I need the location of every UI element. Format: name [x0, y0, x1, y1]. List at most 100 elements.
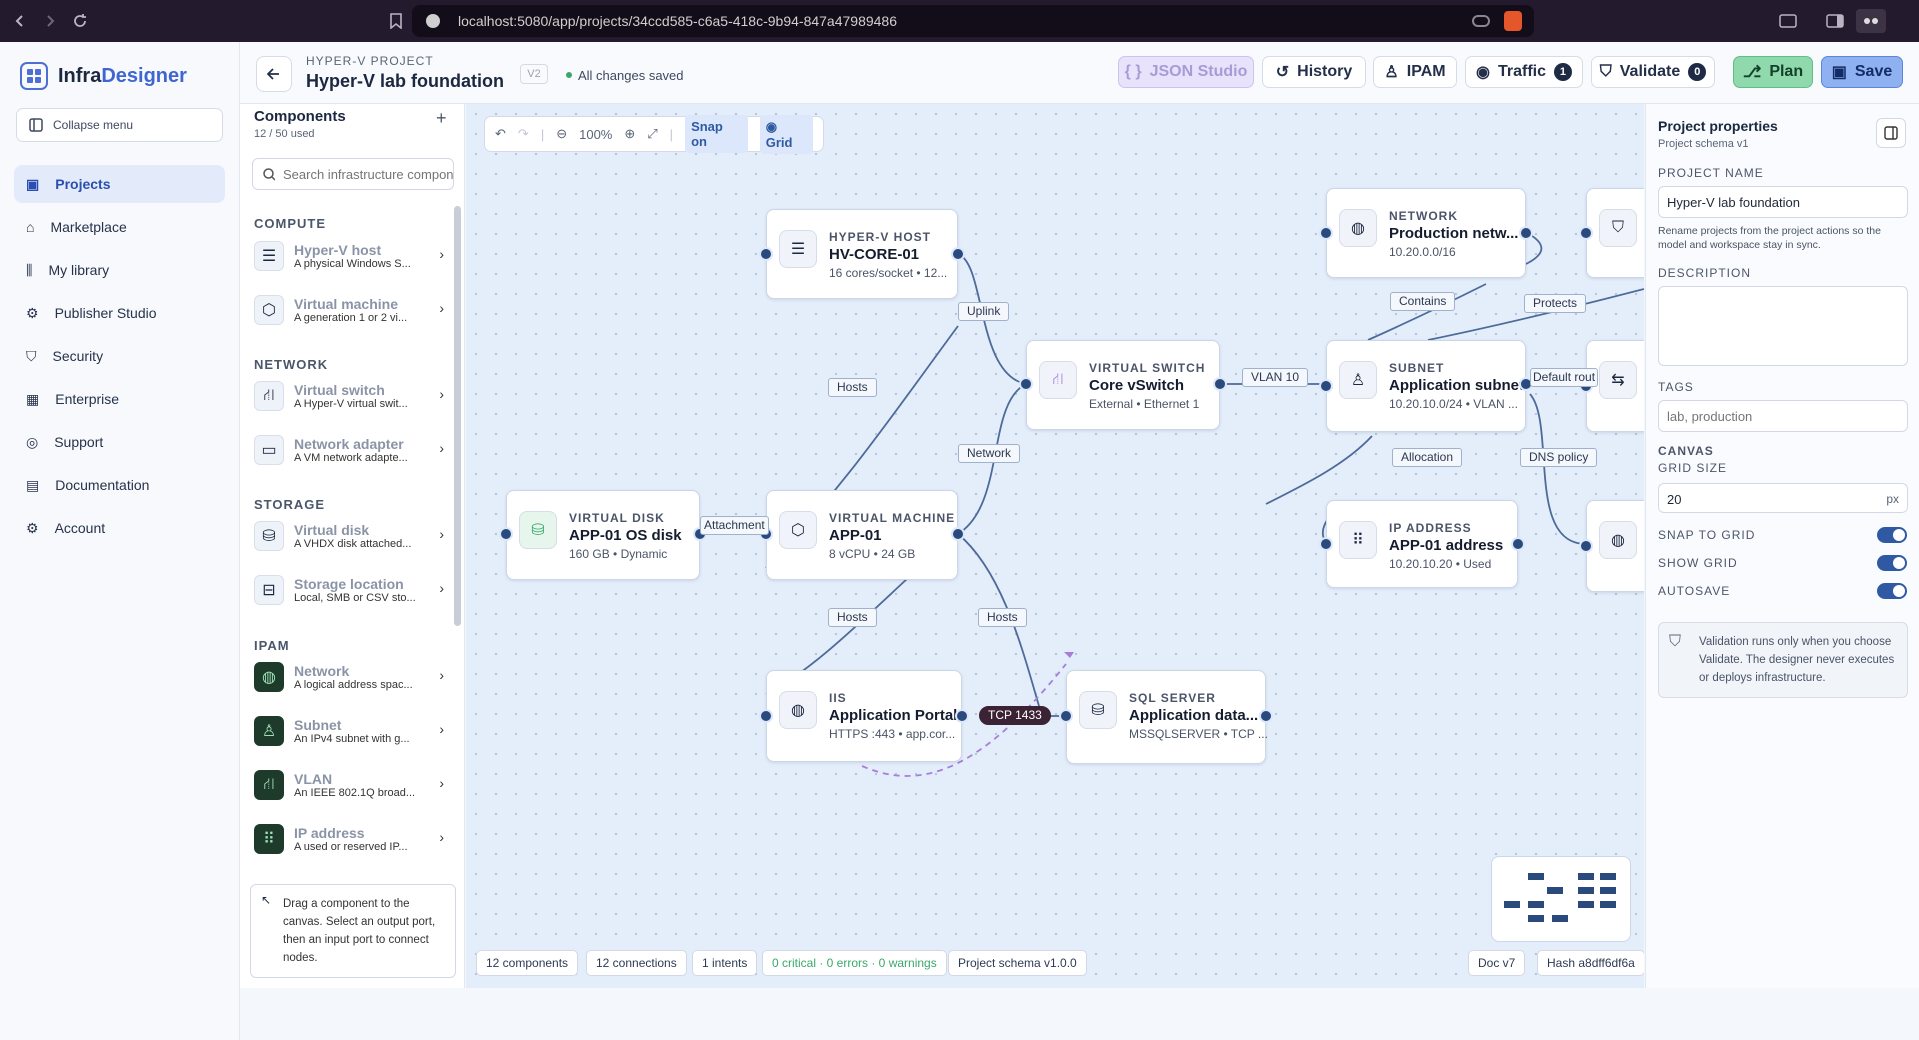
edge-label-default-route[interactable]: Default rout [1530, 368, 1599, 387]
nav-documentation[interactable]: ▤ Documentation [14, 466, 225, 504]
node-virtual-disk[interactable]: ⛁ VIRTUAL DISK APP-01 OS disk 160 GB • D… [506, 490, 700, 580]
input-port[interactable] [1579, 539, 1593, 553]
edge-allocation[interactable] [1265, 435, 1373, 505]
collapse-menu-button[interactable]: Collapse menu [16, 108, 223, 142]
nav-projects[interactable]: ▣ Projects [14, 165, 225, 203]
plan-button[interactable]: ⎇ Plan [1733, 56, 1813, 88]
node-subnet[interactable]: ♙ SUBNET Application subnet 10.20.10.0/2… [1326, 340, 1526, 432]
input-port[interactable] [759, 709, 773, 723]
nav-account[interactable]: ⚙ Account [14, 509, 225, 547]
component-network-adapter[interactable]: ▭ Network adapter A VM network adapte... › [254, 426, 444, 474]
node-virtual-machine[interactable]: ⬡ VIRTUAL MACHINE APP-01 8 vCPU • 24 GB [766, 490, 958, 580]
nav-support[interactable]: ◎ Support [14, 423, 225, 461]
reload-icon[interactable] [68, 9, 92, 33]
node-firewall-partial[interactable]: ⛉ [1586, 188, 1644, 278]
output-port[interactable] [1259, 709, 1273, 723]
node-dns-partial[interactable]: ◍ [1586, 500, 1644, 592]
traffic-button[interactable]: ◉ Traffic 1 [1465, 56, 1583, 88]
key-icon[interactable] [1472, 15, 1490, 27]
address-bar[interactable]: localhost:5080/app/projects/34ccd585-c6a… [412, 5, 1534, 37]
scrollbar-thumb[interactable] [454, 206, 461, 626]
bookmark-icon[interactable] [384, 9, 408, 33]
node-network[interactable]: ◍ NETWORK Production netw... 10.20.0.0/1… [1326, 188, 1526, 278]
snap-to-grid-toggle[interactable] [1877, 527, 1907, 543]
tags-field[interactable] [1658, 400, 1908, 432]
design-canvas[interactable]: ↶ ↷ | ⊖ 100% ⊕ ⤢ | Snap on ◉ Grid ☰ HYPE… [466, 104, 1644, 988]
edge-label-uplink[interactable]: Uplink [958, 302, 1010, 321]
panel-toggle-button[interactable] [1876, 118, 1906, 148]
edge-label-network[interactable]: Network [958, 444, 1021, 463]
output-port[interactable] [1519, 226, 1533, 240]
edge-label-contains[interactable]: Contains [1390, 292, 1456, 311]
node-ip-address[interactable]: ⠿ IP ADDRESS APP-01 address 10.20.10.20 … [1326, 500, 1518, 588]
description-field[interactable] [1658, 286, 1908, 366]
ipam-button[interactable]: ♙ IPAM [1373, 56, 1457, 88]
grid-size-field[interactable]: 20 px [1658, 483, 1908, 513]
edge-label-vlan[interactable]: VLAN 10 [1242, 368, 1309, 387]
component-subnet[interactable]: ♙ Subnet An IPv4 subnet with g... › [254, 707, 444, 755]
nav-my-library[interactable]: ⫼ My library [14, 251, 225, 289]
fit-view-icon[interactable]: ⤢ [647, 126, 657, 142]
output-port[interactable] [1511, 537, 1525, 551]
grid-toggle[interactable]: ◉ Grid [759, 114, 813, 154]
extensions-icon[interactable] [1856, 9, 1886, 33]
nav-marketplace[interactable]: ⌂ Marketplace [14, 208, 225, 246]
output-port[interactable] [951, 247, 965, 261]
input-port[interactable] [1319, 537, 1333, 551]
input-port[interactable] [1319, 379, 1333, 393]
component-virtual-switch[interactable]: ⛙ Virtual switch A Hyper-V virtual swit...… [254, 372, 444, 420]
snap-toggle[interactable]: Snap on [685, 115, 748, 153]
input-port[interactable] [499, 527, 513, 541]
component-hyper-v-host[interactable]: ☰ Hyper-V host A physical Windows S... › [254, 232, 444, 280]
edge-label-hosts[interactable]: Hosts [978, 608, 1027, 627]
edge-label-hosts[interactable]: Hosts [828, 608, 877, 627]
component-virtual-disk[interactable]: ⛁ Virtual disk A VHDX disk attached... › [254, 512, 444, 560]
zoom-in-icon[interactable]: ⊕ [624, 126, 635, 142]
node-virtual-switch[interactable]: ⛙ VIRTUAL SWITCH Core vSwitch External •… [1026, 340, 1220, 430]
forward-arrow-icon[interactable] [38, 9, 62, 33]
edge-label-hosts[interactable]: Hosts [828, 378, 877, 397]
input-port[interactable] [1579, 226, 1593, 240]
output-port[interactable] [1213, 377, 1227, 391]
edge-label-tcp[interactable]: TCP 1433 [979, 706, 1051, 725]
zoom-out-icon[interactable]: ⊖ [556, 126, 567, 142]
component-vlan[interactable]: ⛙ VLAN An IEEE 802.1Q broad... › [254, 761, 444, 809]
autosave-toggle[interactable] [1877, 583, 1907, 599]
sidebar-toggle-icon[interactable] [1823, 9, 1847, 33]
component-network[interactable]: ◍ Network A logical address spac... › [254, 653, 444, 701]
nav-enterprise[interactable]: ▦ Enterprise [14, 380, 225, 418]
input-port[interactable] [1019, 377, 1033, 391]
edge-label-allocation[interactable]: Allocation [1392, 448, 1463, 467]
site-info-icon[interactable] [426, 14, 440, 28]
nav-publisher-studio[interactable]: ⚙ Publisher Studio [14, 294, 225, 332]
edge-label-dns-policy[interactable]: DNS policy [1520, 448, 1598, 467]
project-name-field[interactable]: Hyper-V lab foundation [1658, 186, 1908, 218]
component-virtual-machine[interactable]: ⬡ Virtual machine A generation 1 or 2 vi..… [254, 286, 444, 334]
brave-shield-icon[interactable] [1504, 11, 1522, 31]
edge-label-protects[interactable]: Protects [1524, 294, 1587, 313]
edge-label-attachment[interactable]: Attachment [700, 516, 769, 535]
back-arrow-icon[interactable] [8, 9, 32, 33]
undo-icon[interactable]: ↶ [495, 126, 506, 142]
output-port[interactable] [955, 709, 969, 723]
back-button[interactable] [256, 56, 292, 92]
node-hyper-v-host[interactable]: ☰ HYPER-V HOST HV-CORE-01 16 cores/socke… [766, 209, 958, 299]
show-grid-toggle[interactable] [1877, 555, 1907, 571]
input-port[interactable] [1319, 226, 1333, 240]
edge-dns-policy[interactable] [1529, 393, 1587, 545]
nav-security[interactable]: ⛉ Security [14, 337, 225, 375]
redo-icon[interactable]: ↷ [518, 126, 529, 142]
component-storage-location[interactable]: ⊟ Storage location Local, SMB or CSV sto..… [254, 566, 444, 614]
node-sql-server[interactable]: ⛁ SQL SERVER Application data... MSSQLSE… [1066, 670, 1268, 764]
component-ip-address[interactable]: ⠿ IP address A used or reserved IP... › [254, 815, 444, 863]
output-port[interactable] [951, 527, 965, 541]
add-component-icon[interactable]: + [436, 108, 447, 129]
search-box[interactable] [252, 158, 454, 190]
validate-button[interactable]: ⛉ Validate 0 [1591, 56, 1715, 88]
json-studio-button[interactable]: { } JSON Studio [1118, 56, 1254, 88]
media-icon[interactable] [1776, 9, 1800, 33]
input-port[interactable] [1059, 709, 1073, 723]
node-iis[interactable]: ◍ IIS Application Portal HTTPS :443 • ap… [766, 670, 962, 762]
history-button[interactable]: ↺ History [1262, 56, 1366, 88]
minimap[interactable] [1491, 856, 1631, 942]
